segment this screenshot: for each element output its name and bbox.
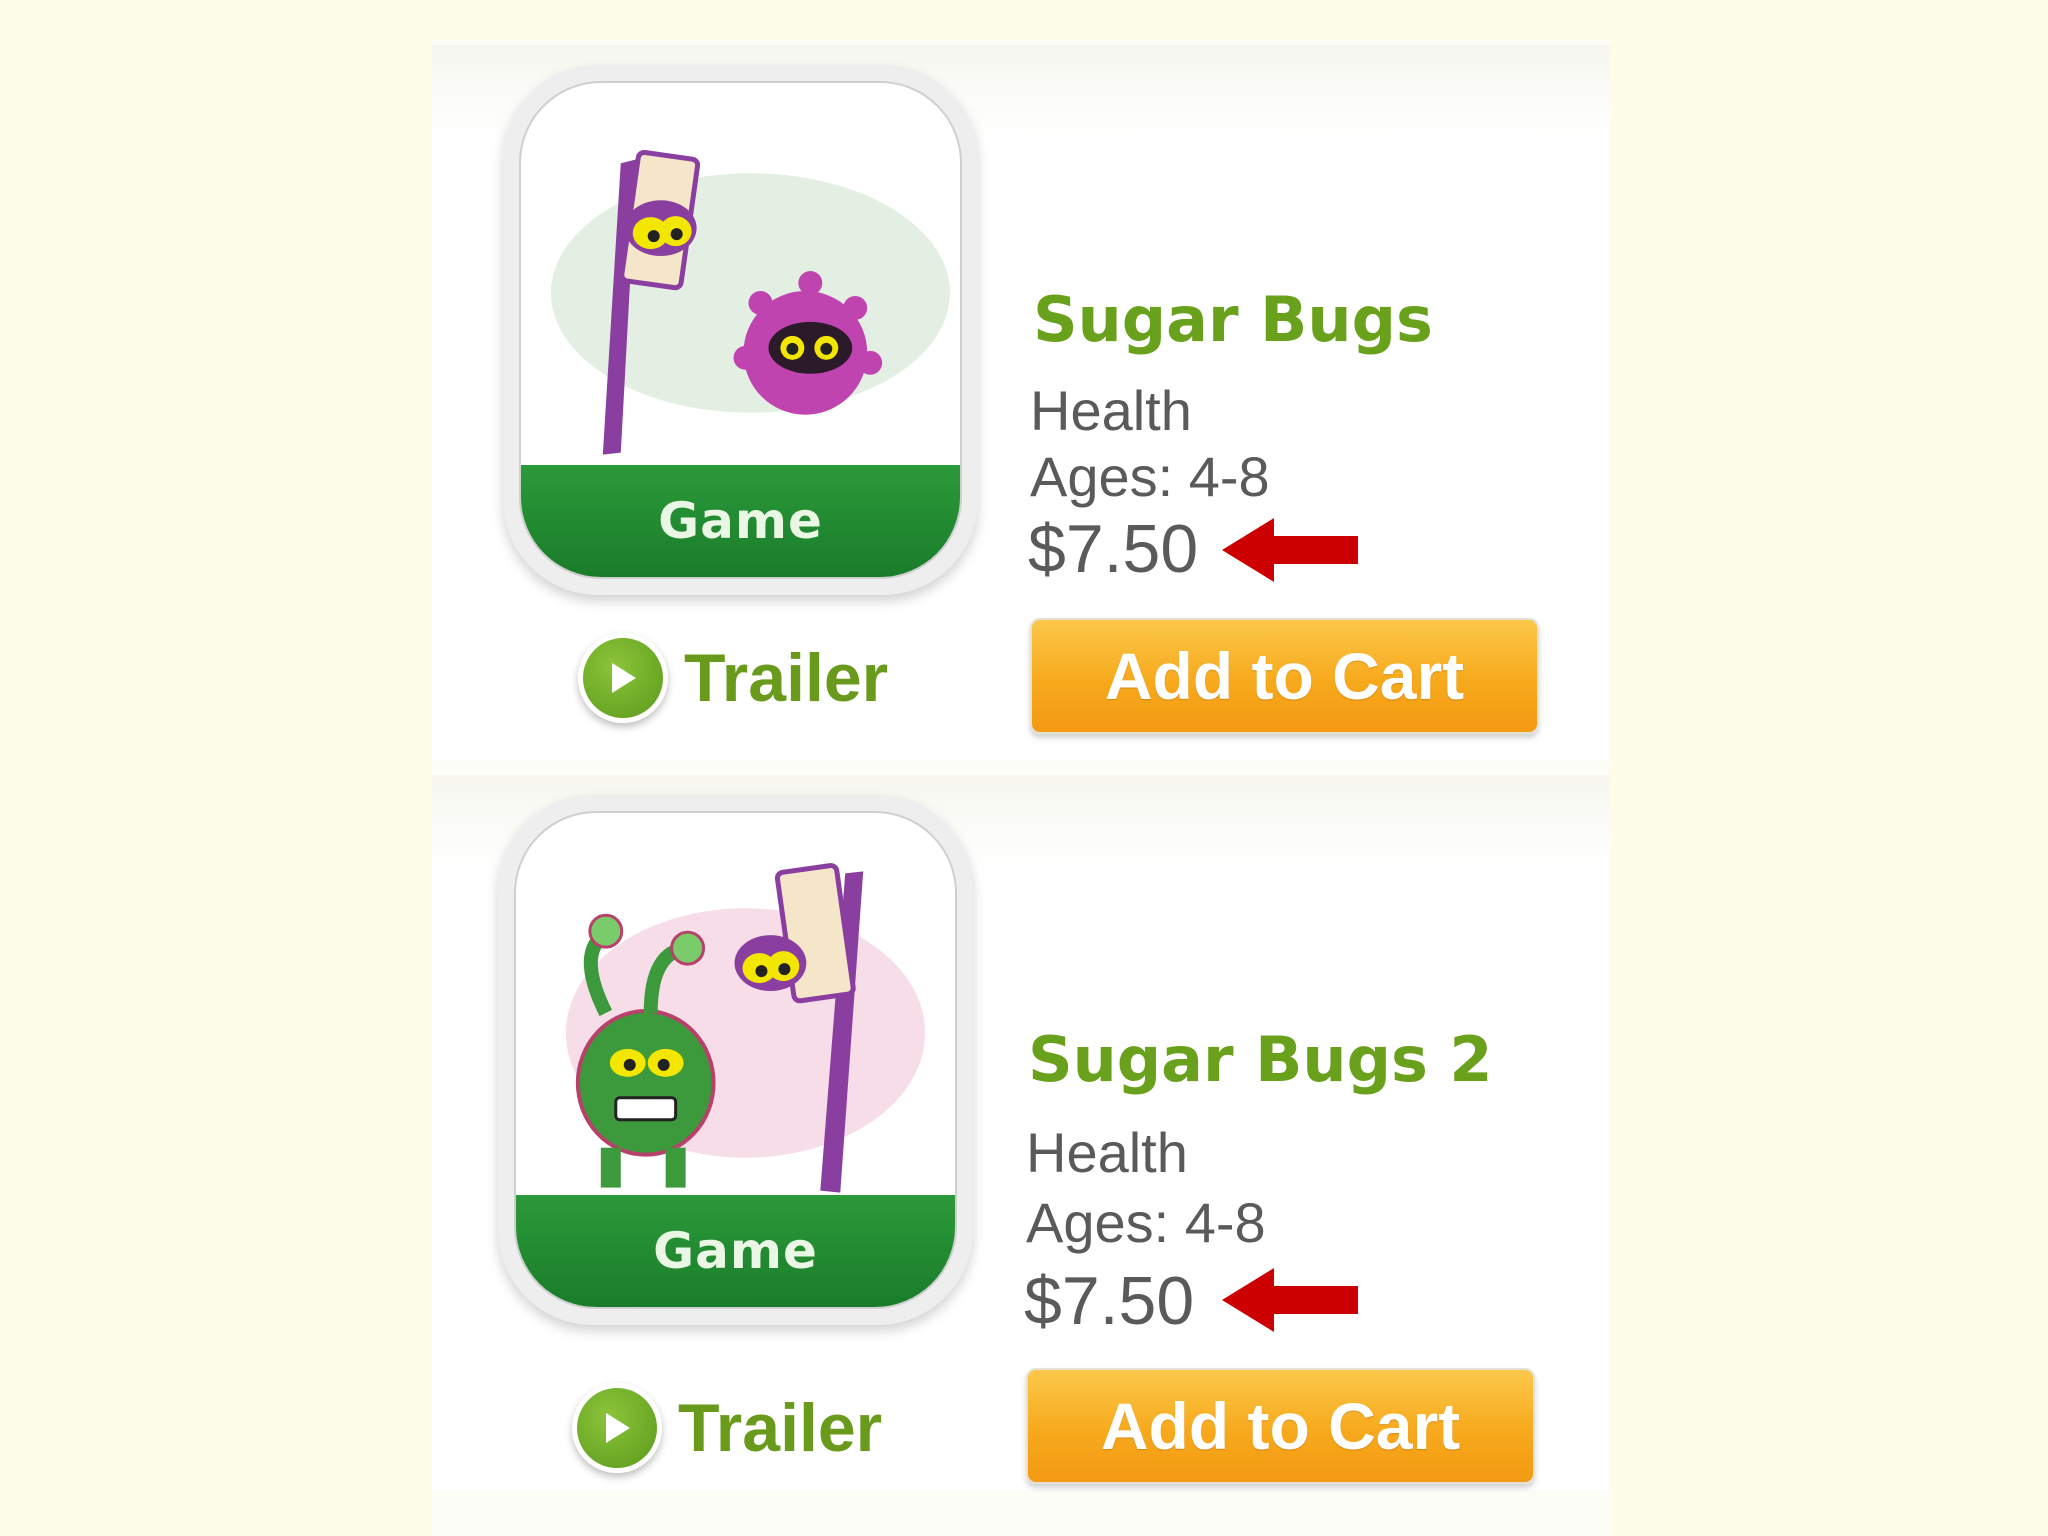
product-title[interactable]: Sugar Bugs xyxy=(1033,283,1433,356)
red-arrow-icon xyxy=(1222,518,1358,582)
sugar-bugs-artwork xyxy=(550,149,951,455)
red-arrow-icon xyxy=(1222,1268,1358,1332)
product-price: $7.50 xyxy=(1028,511,1199,587)
product-category: Health xyxy=(1030,379,1192,442)
product-icon-frame: Game xyxy=(514,811,957,1309)
add-to-cart-button[interactable]: Add to Cart xyxy=(1030,618,1539,734)
game-badge-label: Game xyxy=(653,1222,818,1280)
trailer-link[interactable]: Trailer xyxy=(578,633,888,723)
add-to-cart-label: Add to Cart xyxy=(1104,639,1465,713)
product-title[interactable]: Sugar Bugs 2 xyxy=(1028,1023,1493,1096)
add-to-cart-label: Add to Cart xyxy=(1100,1389,1461,1463)
trailer-link[interactable]: Trailer xyxy=(572,1383,882,1473)
product-icon-frame: Game xyxy=(519,81,962,579)
add-to-cart-button[interactable]: Add to Cart xyxy=(1026,1368,1535,1484)
product-category: Health xyxy=(1026,1121,1188,1184)
game-badge-band: Game xyxy=(521,465,960,577)
play-icon xyxy=(578,633,668,723)
game-badge-band: Game xyxy=(516,1195,955,1307)
sugar-bugs-2-artwork xyxy=(565,863,926,1193)
product-price: $7.50 xyxy=(1024,1263,1195,1339)
play-icon xyxy=(572,1383,662,1473)
game-badge-label: Game xyxy=(658,492,823,550)
trailer-label: Trailer xyxy=(684,640,889,716)
product-icon-tile[interactable]: Game xyxy=(498,795,973,1325)
product-ages: Ages: 4-8 xyxy=(1030,445,1270,508)
trailer-label: Trailer xyxy=(678,1390,883,1466)
product-ages: Ages: 4-8 xyxy=(1026,1191,1266,1254)
product-icon-tile[interactable]: Game xyxy=(503,65,978,595)
